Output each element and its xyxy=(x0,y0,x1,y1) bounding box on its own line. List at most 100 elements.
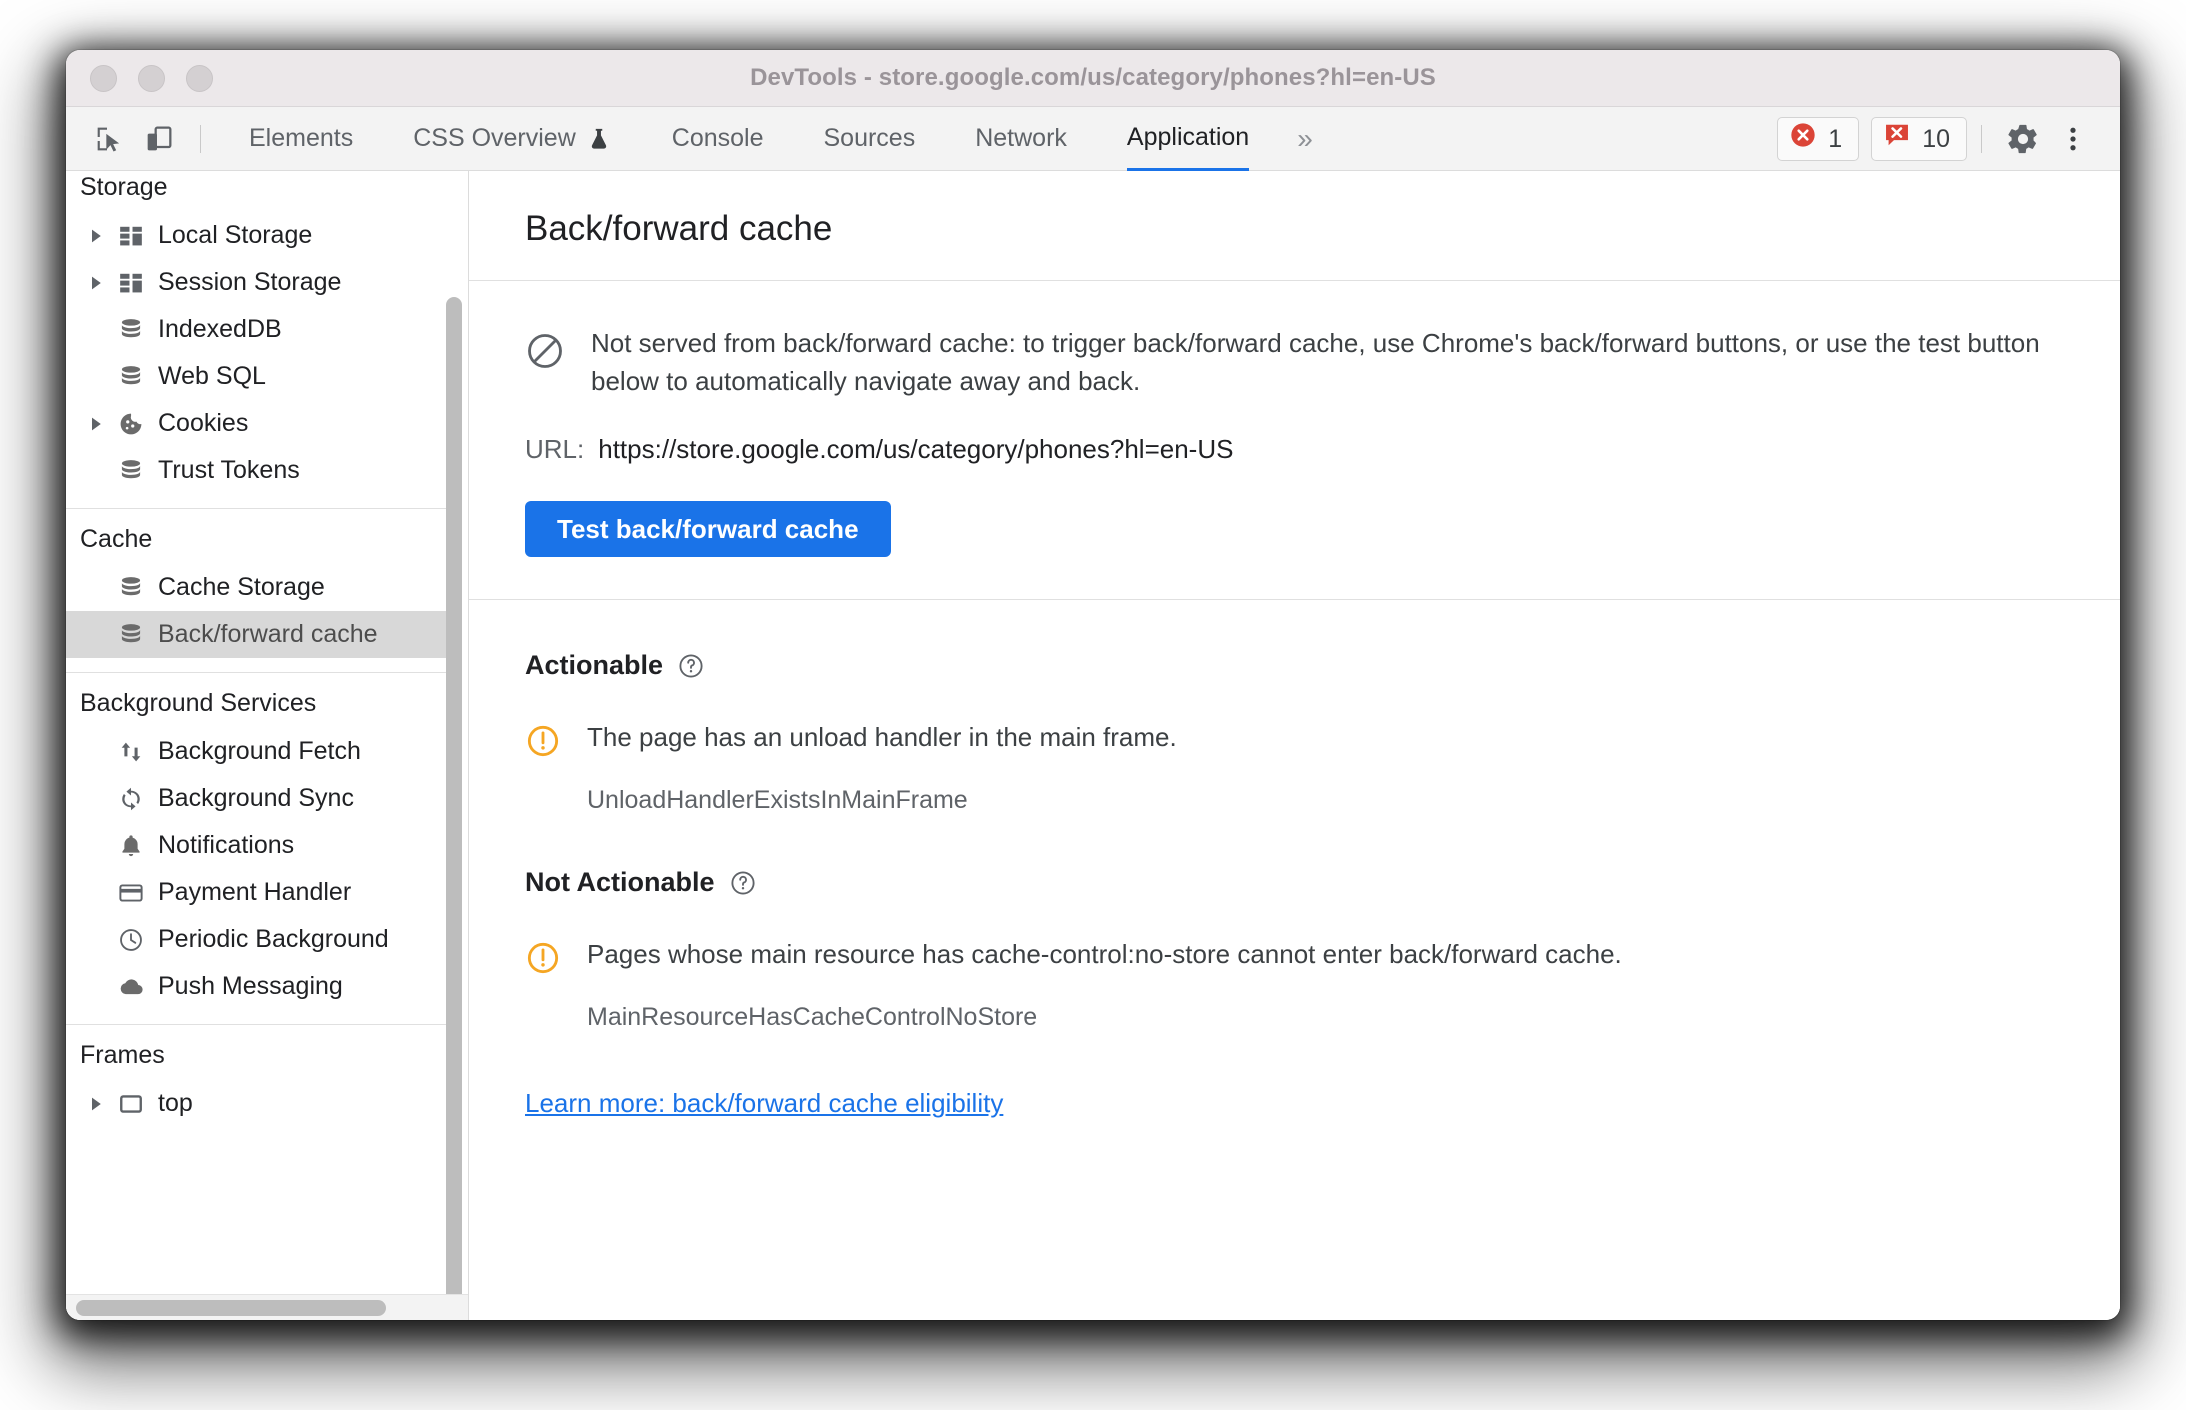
sidebar-item-indexeddb[interactable]: IndexedDB xyxy=(66,306,448,353)
sidebar-item-label: Local Storage xyxy=(158,221,313,249)
maximize-window-button[interactable] xyxy=(186,64,213,92)
sidebar-vertical-scrollbar[interactable] xyxy=(446,297,462,1294)
tab-network[interactable]: Network xyxy=(975,107,1067,171)
close-window-button[interactable] xyxy=(90,64,117,92)
table-icon xyxy=(114,223,148,249)
database-icon xyxy=(114,317,148,343)
test-back-forward-cache-button[interactable]: Test back/forward cache xyxy=(525,501,891,558)
window-controls xyxy=(90,64,213,92)
inspect-element-icon[interactable] xyxy=(86,116,132,162)
sidebar-group-title: Cache xyxy=(80,525,153,553)
sidebar-item-back-forward-cache[interactable]: Back/forward cache xyxy=(66,611,448,658)
title-bar: DevTools - store.google.com/us/category/… xyxy=(66,50,2120,107)
url-label: URL: xyxy=(525,434,585,465)
toolbar-divider-right xyxy=(1981,124,1982,153)
sidebar-group-frames: Frames top xyxy=(66,1025,448,1141)
sidebar-group-cache: Cache Cache Storage Back/forward cache xyxy=(66,509,448,673)
issue-row: The page has an unload handler in the ma… xyxy=(525,721,2064,764)
tab-label: CSS Overview xyxy=(413,124,576,152)
tab-elements[interactable]: Elements xyxy=(249,107,353,171)
actionable-heading: Actionable xyxy=(525,650,2064,681)
sidebar-group-title: Background Services xyxy=(80,689,317,717)
sidebar-item-web-sql[interactable]: Web SQL xyxy=(66,353,448,400)
minimize-window-button[interactable] xyxy=(138,64,165,92)
help-circle-icon[interactable] xyxy=(677,652,705,680)
issue-row: Pages whose main resource has cache-cont… xyxy=(525,938,2064,981)
help-circle-icon[interactable] xyxy=(729,869,757,897)
issue-description: Pages whose main resource has cache-cont… xyxy=(587,939,1622,970)
sidebar-group-background-services: Background Services Background Fetch Bac… xyxy=(66,673,448,1025)
panel-header: Back/forward cache xyxy=(469,171,2120,281)
sidebar-item-cookies[interactable]: Cookies xyxy=(66,400,448,447)
issue-count-chip[interactable]: 10 xyxy=(1871,116,1967,161)
not-actionable-heading: Not Actionable xyxy=(525,867,2064,898)
window-title: DevTools - store.google.com/us/category/… xyxy=(750,64,1436,91)
sidebar-item-push-messaging[interactable]: Push Messaging xyxy=(66,963,448,1010)
sidebar-item-periodic-background[interactable]: Periodic Background xyxy=(66,916,448,963)
back-forward-cache-panel: Back/forward cache Not served from back/… xyxy=(469,171,2120,1320)
tab-sources[interactable]: Sources xyxy=(824,107,916,171)
sidebar-item-label: IndexedDB xyxy=(158,315,282,343)
kebab-menu-icon[interactable] xyxy=(2050,116,2096,162)
sidebar-item-label: Session Storage xyxy=(158,268,342,296)
sidebar-item-payment-handler[interactable]: Payment Handler xyxy=(66,869,448,916)
tab-label: Sources xyxy=(823,124,916,152)
page-title: Back/forward cache xyxy=(525,209,833,248)
sidebar-item-background-fetch[interactable]: Background Fetch xyxy=(66,728,448,775)
database-icon xyxy=(114,458,148,484)
device-toolbar-icon[interactable] xyxy=(136,116,182,162)
more-tabs-chevron-icon[interactable]: » xyxy=(1297,107,1313,171)
sidebar-item-cache-storage[interactable]: Cache Storage xyxy=(66,564,448,611)
tab-application[interactable]: Application xyxy=(1126,107,1250,171)
tabstrip-right-controls: 1 10 xyxy=(1765,116,2120,162)
status-message-row: Not served from back/forward cache: to t… xyxy=(525,325,2064,400)
sidebar-horizontal-scrollbar[interactable] xyxy=(66,1294,468,1320)
sidebar-item-label: Notifications xyxy=(158,831,295,859)
cloud-icon xyxy=(114,974,148,1000)
sidebar-item-label: Push Messaging xyxy=(158,972,343,1000)
sidebar-item-top-frame[interactable]: top xyxy=(66,1080,448,1127)
sidebar-item-local-storage[interactable]: Local Storage xyxy=(66,212,448,259)
tab-console[interactable]: Console xyxy=(672,107,764,171)
issue-description: The page has an unload handler in the ma… xyxy=(587,722,1177,753)
tab-label: Console xyxy=(671,124,764,152)
application-sidebar: Storage Local Storage Session Storage In… xyxy=(66,171,469,1320)
sidebar-item-label: Payment Handler xyxy=(158,878,352,906)
expand-triangle-icon[interactable] xyxy=(88,1096,114,1112)
devtools-window: DevTools - store.google.com/us/category/… xyxy=(66,50,2120,1320)
error-count-chip[interactable]: 1 xyxy=(1777,116,1860,161)
url-row: URL: https://store.google.com/us/categor… xyxy=(525,434,2064,465)
sidebar-group-title: Storage xyxy=(80,173,168,201)
sidebar-item-label: Periodic Background xyxy=(158,925,389,953)
sidebar-item-session-storage[interactable]: Session Storage xyxy=(66,259,448,306)
report-section: Actionable The page has an unload handle… xyxy=(469,600,2120,1320)
panel-split: Storage Local Storage Session Storage In… xyxy=(66,171,2120,1320)
not-allowed-icon xyxy=(525,331,565,376)
bell-icon xyxy=(114,833,148,859)
sidebar-item-background-sync[interactable]: Background Sync xyxy=(66,775,448,822)
issue-bubble-icon xyxy=(1883,121,1911,156)
sidebar-item-notifications[interactable]: Notifications xyxy=(66,822,448,869)
expand-triangle-icon[interactable] xyxy=(88,275,114,291)
toolbar-divider xyxy=(200,124,201,153)
sidebar-item-label: Trust Tokens xyxy=(158,456,300,484)
expand-triangle-icon[interactable] xyxy=(88,416,114,432)
updown-arrows-icon xyxy=(114,739,148,765)
expand-triangle-icon[interactable] xyxy=(88,228,114,244)
sidebar-item-label: top xyxy=(158,1089,193,1117)
tab-label: Application xyxy=(1126,122,1250,151)
sidebar-item-label: Cache Storage xyxy=(158,573,325,601)
tab-css-overview[interactable]: CSS Overview xyxy=(413,107,612,171)
gear-icon[interactable] xyxy=(2000,116,2046,162)
sidebar-item-trust-tokens[interactable]: Trust Tokens xyxy=(66,447,448,494)
warning-circle-icon xyxy=(525,940,561,981)
clock-icon xyxy=(114,927,148,953)
tab-label: Elements xyxy=(249,124,354,152)
learn-more-link[interactable]: Learn more: back/forward cache eligibili… xyxy=(525,1088,1003,1119)
url-value: https://store.google.com/us/category/pho… xyxy=(598,434,1234,465)
more-tabs-label: » xyxy=(1297,122,1313,154)
scrollbar-thumb[interactable] xyxy=(76,1299,386,1316)
sidebar-item-label: Web SQL xyxy=(158,362,266,390)
sidebar-scroll-area[interactable]: Storage Local Storage Session Storage In… xyxy=(66,171,468,1294)
sidebar-group-title: Frames xyxy=(80,1041,165,1069)
